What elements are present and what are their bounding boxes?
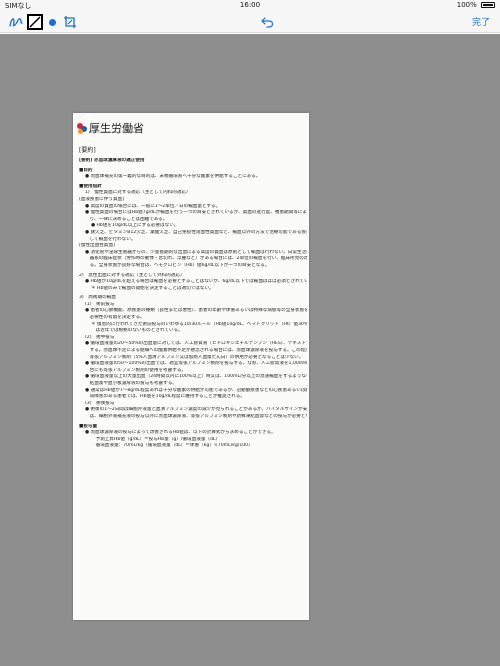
logo-mark-icon	[77, 123, 87, 135]
document-line: 器系の臨床症状（労作時の動悸・息切れ、浮腫など）がある場合には、2単位の輸血を行…	[89, 256, 307, 262]
document-lines: [要約] 赤血球濃厚液の適正使用 ■目的 ● 赤血球補充の第一義的な目的は、末梢循環…	[79, 158, 307, 450]
ministry-logo: 厚生労働省	[77, 120, 144, 138]
document-line: 予測上昇Hb値（g/dL）＝投与Hb量（g）/循環血液量（dL）	[91, 436, 221, 442]
document-line: 3) 周術期の輸血	[79, 295, 116, 301]
document-line: (1) 術前投与	[85, 301, 115, 307]
logo-subtitle: Ministry of Health, Labour and Welfare	[89, 131, 138, 134]
clock: 16:00	[239, 1, 261, 9]
color-picker-button[interactable]	[47, 12, 57, 32]
document-line: ● 術後の1〜2日間は細胞外液量と血清アルブミン濃度の減少が見られることがあるが…	[85, 407, 307, 413]
document-line: [血液疾患に伴う貧血]	[79, 196, 124, 202]
document-line: 合にも等張アルブミン製剤の使用を考慮する。	[85, 367, 187, 373]
frame-icon	[29, 16, 41, 28]
document-line: ● 鉄欠乏、ビタミンB12欠乏、葉酸欠乏、自己免疫性溶血性貧血など、輸血以外の方…	[85, 229, 307, 235]
done-button[interactable]: 完了	[472, 15, 490, 28]
frame-tool-button[interactable]	[27, 14, 43, 30]
document-line: する。赤血球不足による組織への酸素供給不足が懸念される場合には、赤血球濃厚液を投…	[89, 348, 307, 354]
battery-indicator: 100%	[457, 1, 495, 9]
document-line: ● 循環血液量の50〜100%の出血では、適宜等張アルブミン製剤を投与する。なお…	[85, 361, 307, 367]
document-body: [要約] [要約] 赤血球濃厚液の適正使用 ■目的 ● 赤血球補充の第一義的な目的は…	[79, 146, 307, 450]
scanned-document[interactable]: 厚生労働省 Ministry of Health, Labour and Wel…	[73, 113, 309, 620]
document-line: 循環血液量：70mL/kg（循環血液量（dL）＝体重（kg）×70mL/kg/1…	[91, 443, 253, 449]
document-line: 等張アルブミン製剤（5%人血清アルブミン又は加熱人血漿たん白）の併用が必要となる…	[85, 354, 304, 360]
document-line: ● 循環血液量以上の大量出血（24時間以内に100%以上）時又は、100mL/分…	[85, 374, 307, 380]
document-line: ＊ 慣習的に行われてきた術前投与のいわゆる10/30ルール（Hb値10g/dL、…	[91, 321, 307, 327]
document-line: 1) 慢性貧血に対する適応（主として内科的適応）	[85, 190, 191, 196]
document-line: ● 通常はHb値が7〜8g/dL程度あれば十分な酸素の供給が可能であるが、冠動脈…	[85, 387, 307, 393]
document-line: [慢性出血性貧血]	[79, 243, 115, 249]
document-line: る。全身状態が良好な場合は、ヘモグロビン（Hb）値6g/dL以下が一つの目安とな…	[85, 262, 270, 268]
undo-icon	[260, 17, 273, 28]
undo-button[interactable]	[259, 12, 275, 32]
document-line: ● Hb値が10g/dLを超える場合は輸血を必要とすることはないが、6g/dL以…	[85, 279, 307, 285]
document-line: り、一律に決めることは困難である。	[85, 216, 168, 222]
status-bar: SIMなし 16:00 100%	[0, 0, 500, 11]
document-line: ● Hb値を10g/dL以上にする必要はない。	[91, 223, 179, 229]
document-line: (3) 術後投与	[85, 400, 115, 406]
document-line: ● 高度の貧血の場合には、一般に1〜2単位／日の輸血量とする。	[85, 203, 221, 209]
battery-icon	[481, 2, 495, 8]
document-line: ● 消化管や泌尿生殖器からの、少量長期的な出血による高度の貧血は原則として輸血は…	[85, 249, 307, 255]
section-label: [要約]	[79, 147, 96, 154]
document-line: 必要性の有無を決定する。	[85, 315, 145, 321]
document-line: は近年では根拠のないものとされている。	[91, 328, 183, 334]
document-line: ● 循環血液量の20〜50%の出血量に対しては、人工膠質液（ヒドロキシエチルデン…	[85, 341, 307, 347]
document-line: (2) 術中投与	[85, 334, 115, 340]
document-line: ● 慢性貧血の場合にはHb値7g/dLが輸血を行う一つの目安とされているが、貧血…	[85, 210, 307, 216]
document-line: して輸血を行わない。	[85, 236, 136, 242]
document-line: は、細胞外液補充液の投与以外に赤血球濃厚液、等張アルブミン製剤や新鮮凍結血漿など…	[89, 413, 307, 419]
document-line: 結血漿や血小板濃厚液の投与も考慮する。	[85, 381, 177, 386]
crop-icon	[64, 16, 76, 28]
document-line: ＊ Hb値のみで輸血の開始を決定することは適切ではない。	[91, 285, 214, 291]
crop-tool-button[interactable]	[62, 12, 78, 32]
markup-toolbar: 完了	[0, 11, 500, 33]
battery-percent: 100%	[456, 1, 477, 9]
document-line: 2) 急性出血に対する適応（主として外科的適応）	[79, 272, 185, 278]
document-line: 環障害のある患者では、Hb値を10g/dL程度に維持することが推奨される。	[85, 394, 245, 400]
scribble-icon	[9, 18, 23, 27]
document-line: ■使用指針	[79, 183, 102, 189]
document-line: ● 赤血球濃厚液の投与によって改善されるHb値は、以下の計算式から求めることがで…	[85, 430, 276, 436]
document-line: ● 患者の心肺機能、原疾患の種類（良性または悪性）、患者の年齢や体重あるいは特殊…	[85, 308, 307, 314]
color-dot-icon	[48, 18, 56, 26]
scribble-tool-button[interactable]	[6, 12, 26, 32]
document-line: ■目的	[79, 167, 93, 173]
document-line: [要約] 赤血球濃厚液の適正使用	[79, 158, 145, 163]
document-line: ■投与量	[79, 423, 98, 429]
document-line: ● 赤血球補充の第一義的な目的は、末梢循環系へ十分な酸素を供給することにある。	[85, 174, 261, 180]
scan-canvas[interactable]: 厚生労働省 Ministry of Health, Labour and Wel…	[0, 34, 500, 666]
